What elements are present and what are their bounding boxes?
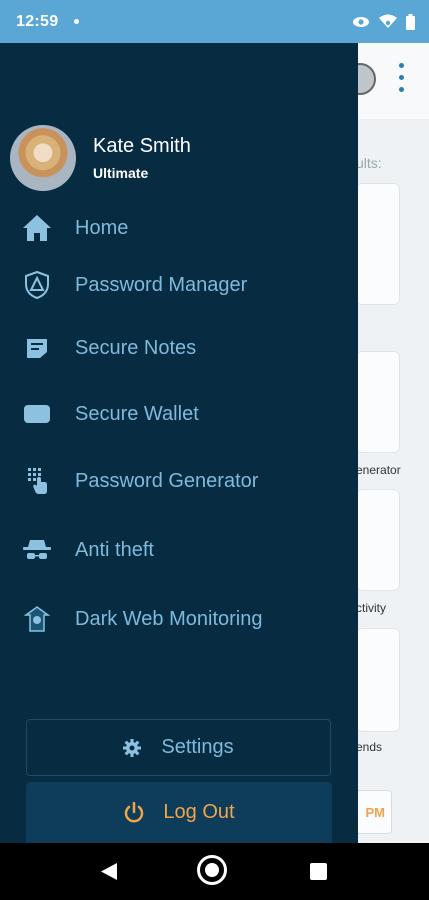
status-time: 12:59 [16,12,59,30]
status-bar: 12:59 [0,0,429,43]
settings-button[interactable]: Settings [26,719,331,776]
eye-icon [353,16,369,27]
system-nav-bar [0,843,429,900]
menu-item-dark-web-monitoring[interactable]: Dark Web Monitoring [0,594,358,644]
menu-item-password-generator[interactable]: Password Generator [0,456,358,506]
back-icon[interactable] [100,862,118,881]
gear-icon [123,738,142,757]
menu-label-dark-web-monitoring: Dark Web Monitoring [75,607,263,630]
wifi-icon [379,14,397,28]
logout-label: Log Out [163,801,235,823]
wallet-icon [21,398,53,430]
menu-label-anti-theft: Anti theft [75,538,154,561]
profile-header[interactable]: Kate Smith Ultimate [10,125,350,191]
background-card-3[interactable] [356,489,400,591]
spy-icon [21,534,53,566]
menu-item-password-manager[interactable]: Password Manager [0,260,358,310]
background-card-1 [356,183,400,305]
home-icon [21,212,53,244]
background-card-4[interactable] [356,628,400,732]
profile-tier: Ultimate [93,165,149,181]
settings-label: Settings [161,736,234,758]
status-icons [352,13,415,30]
avatar [10,125,76,191]
logout-button[interactable]: Log Out [26,782,332,843]
recents-icon[interactable] [310,863,327,880]
background-label-friends: ends [356,740,383,754]
menu-item-secure-wallet[interactable]: Secure Wallet [0,389,358,439]
more-options-icon[interactable] [399,63,405,99]
shield-icon [21,269,53,301]
menu-label-password-generator: Password Generator [75,469,259,492]
power-icon [125,801,144,822]
navigation-drawer: Kate Smith Ultimate Home Password Manage… [0,43,358,843]
background-card-2[interactable] [356,351,400,453]
background-label-generator: enerator [356,463,401,477]
battery-icon [406,13,415,30]
background-text-results: ults: [356,155,382,171]
profile-name: Kate Smith [93,135,191,157]
keypad-icon [21,465,53,497]
menu-label-secure-notes: Secure Notes [75,336,197,359]
home-nav-icon[interactable] [197,855,227,885]
menu-label-password-manager: Password Manager [75,273,248,296]
notification-dot [74,19,80,24]
background-pm-button[interactable]: PM [356,790,392,834]
menu-item-anti-theft[interactable]: Anti theft [0,525,358,575]
menu-label-home: Home [75,216,129,239]
web-monitor-icon [21,603,53,635]
background-label-activity: ctivity [356,601,386,615]
menu-item-home[interactable]: Home [0,203,358,253]
note-icon [21,332,53,364]
menu-label-secure-wallet: Secure Wallet [75,402,199,425]
menu-item-secure-notes[interactable]: Secure Notes [0,323,358,373]
